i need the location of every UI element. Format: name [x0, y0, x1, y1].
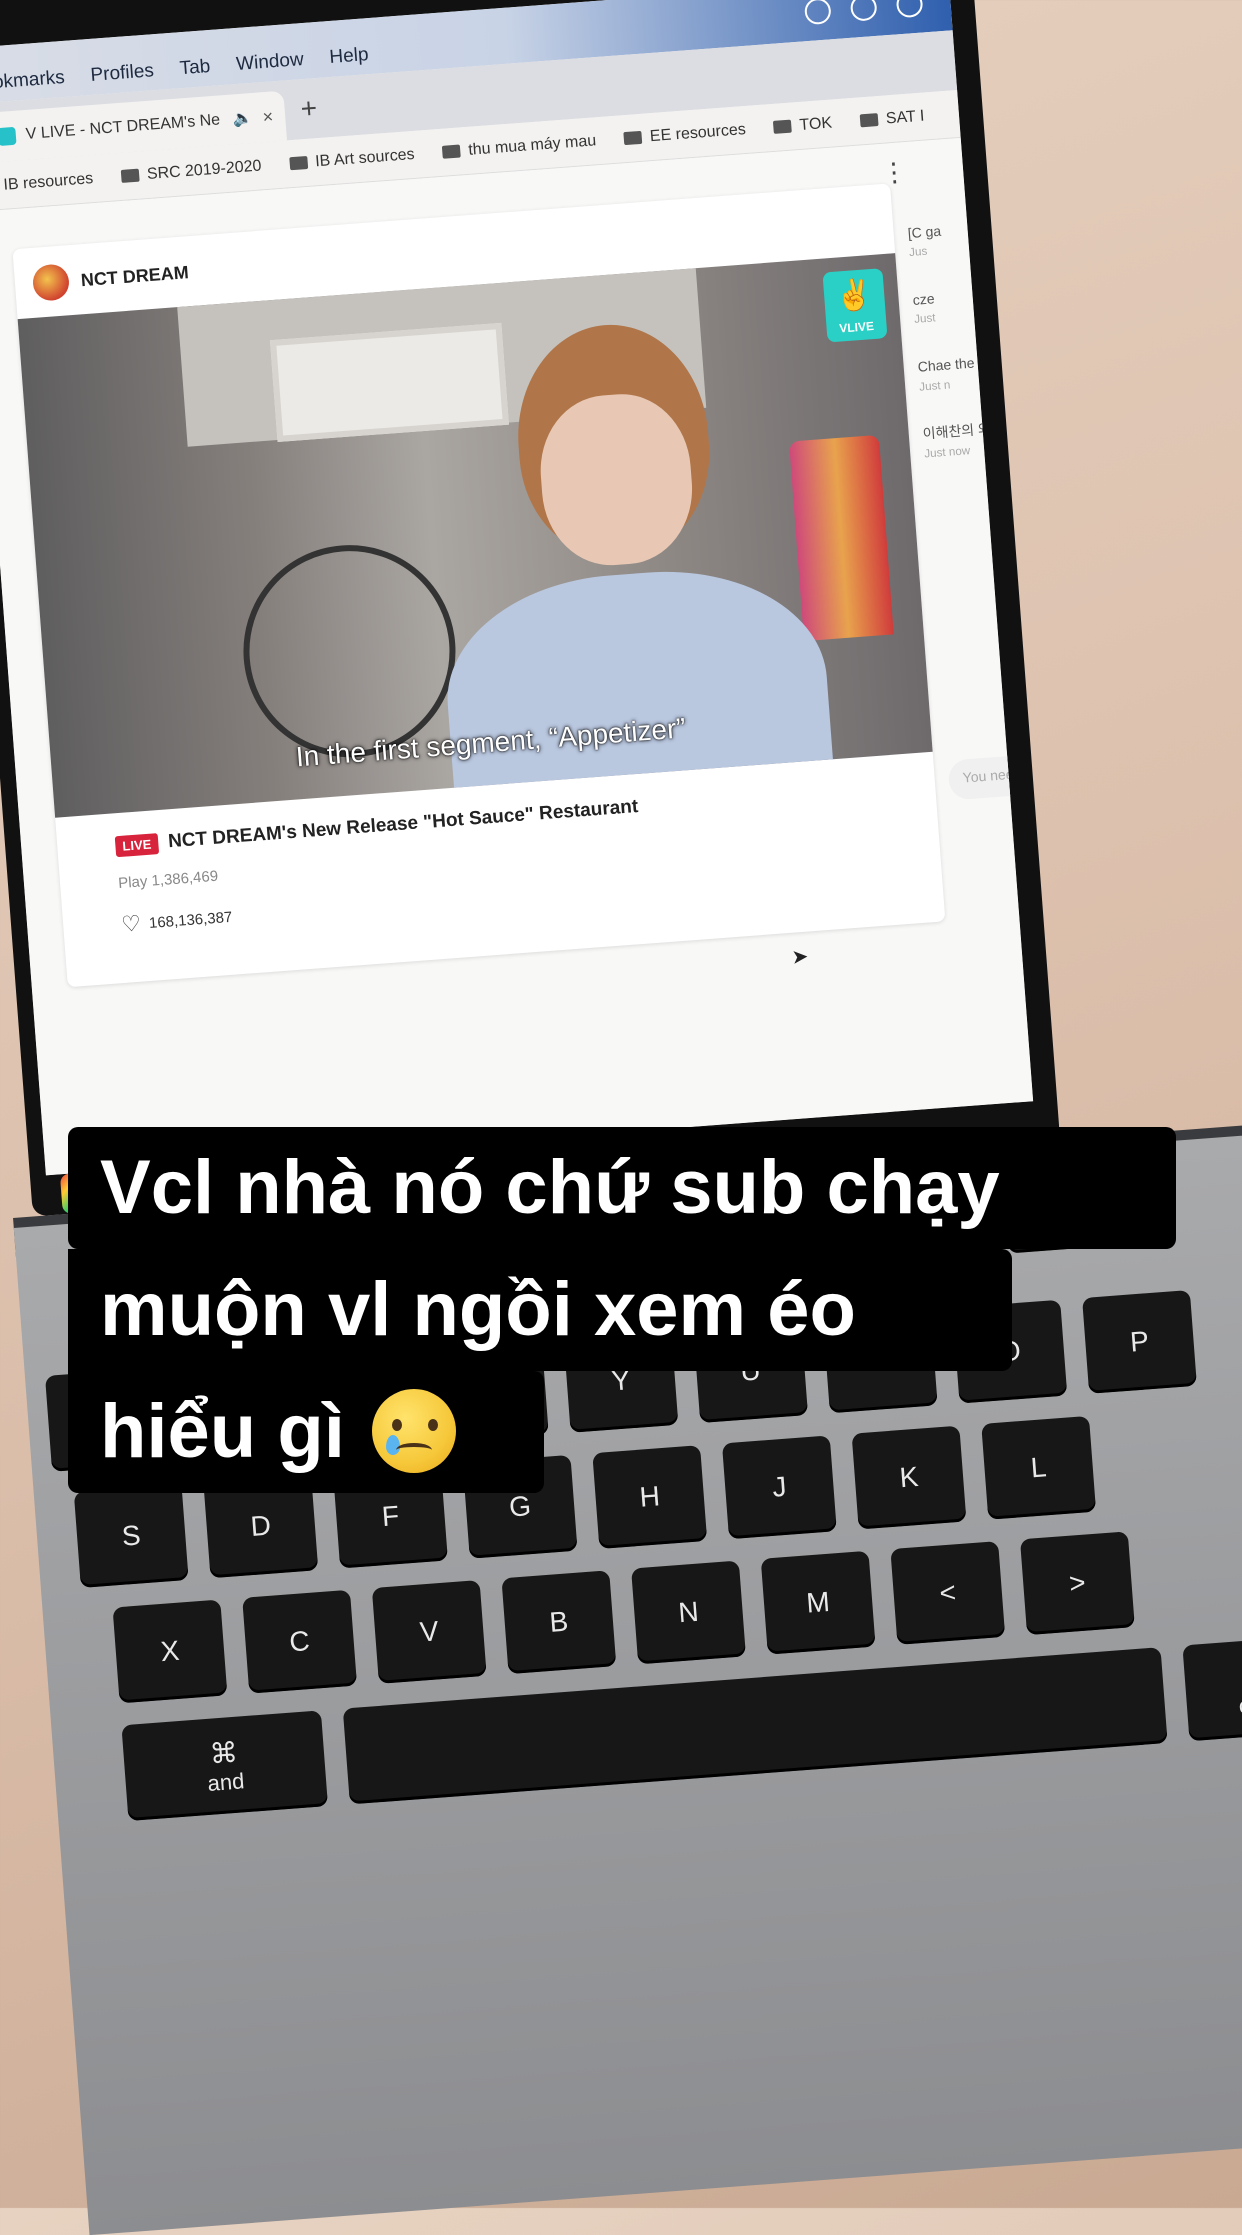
new-tab-button[interactable]: +: [300, 92, 319, 125]
caption-line-2: muộn vl ngồi xem éo: [68, 1249, 1012, 1371]
key-h[interactable]: H: [592, 1445, 708, 1549]
menu-profiles[interactable]: Profiles: [90, 60, 155, 87]
key-comma[interactable]: <: [890, 1541, 1006, 1645]
video-scene-window: [269, 322, 509, 442]
smiling-tear-emoji-icon: [372, 1388, 457, 1473]
bookmark-ee[interactable]: EE resources: [623, 121, 746, 148]
key-s[interactable]: S: [73, 1484, 189, 1588]
caption-line-3: hiểu gì: [68, 1371, 544, 1493]
screen-mirror-icon[interactable]: [849, 0, 878, 22]
tear-drop: [386, 1434, 401, 1455]
key-period[interactable]: >: [1019, 1531, 1135, 1636]
live-badge: LIVE: [114, 832, 160, 857]
peace-hand-icon: ✌: [834, 277, 875, 314]
chat-message: 이해찬의 와 ㅠㅠJust now: [922, 418, 985, 461]
menu-bookmarks[interactable]: Bookmarks: [0, 67, 66, 96]
caption-line-1: Vcl nhà nó chứ sub chạy: [68, 1127, 1176, 1249]
key-x[interactable]: X: [112, 1599, 228, 1704]
key-n[interactable]: N: [631, 1560, 746, 1665]
right-command-key[interactable]: ⌘ command: [1182, 1630, 1242, 1742]
tab-title: V LIVE - NCT DREAM's Ne: [25, 111, 221, 143]
vlive-favicon-icon: [0, 126, 17, 147]
key-m[interactable]: M: [760, 1550, 876, 1655]
bookmark-sat[interactable]: SAT I: [859, 107, 925, 130]
heart-icon[interactable]: ♡: [120, 911, 142, 938]
key-l[interactable]: L: [981, 1415, 1097, 1520]
bookmark-ib-resources[interactable]: IB resources: [0, 170, 94, 197]
speaker-icon[interactable]: 🔈: [232, 108, 253, 129]
chat-message: Chae the s all whJust n: [917, 351, 980, 394]
folder-icon: [773, 119, 793, 134]
video-scene-bottles: [789, 434, 894, 642]
key-p[interactable]: P: [1082, 1289, 1197, 1394]
menu-help[interactable]: Help: [329, 44, 370, 69]
command-icon: ⌘: [208, 1736, 239, 1770]
bookmark-tok[interactable]: TOK: [773, 114, 833, 136]
video-player[interactable]: ✌ VLIVE In the first segment, “Appetizer…: [17, 253, 933, 818]
mouse-cursor-icon: ➤: [790, 945, 810, 969]
tab-close-icon[interactable]: ×: [262, 106, 274, 128]
like-count: 168,136,387: [148, 908, 233, 932]
chat-message: [C ga Jus: [907, 222, 942, 260]
laptop: Bookmarks Profiles Tab Window Help V LIV…: [0, 0, 1242, 2235]
play-icon[interactable]: [895, 0, 924, 19]
vlive-watermark-text: VLIVE: [838, 318, 875, 336]
chat-input[interactable]: You need: [947, 753, 1034, 801]
laptop-screen: Bookmarks Profiles Tab Window Help V LIV…: [0, 0, 1034, 1176]
vlive-page: ⋮ NCT DREAM ✌ VLIVE In the first segment…: [0, 137, 1034, 1176]
channel-name[interactable]: NCT DREAM: [80, 262, 189, 291]
key-k[interactable]: K: [851, 1425, 967, 1530]
folder-icon: [442, 144, 461, 159]
key-v[interactable]: V: [371, 1580, 487, 1684]
screen-bezel: Bookmarks Profiles Tab Window Help V LIV…: [0, 0, 1061, 1217]
folder-icon: [623, 130, 643, 146]
menu-tab[interactable]: Tab: [179, 56, 211, 80]
chat-message: cze Just: [912, 290, 937, 327]
menu-window[interactable]: Window: [235, 49, 304, 76]
bookmark-thu-mua[interactable]: thu mua máy mau: [442, 132, 597, 162]
folder-icon: [120, 168, 140, 183]
video-person-body: [439, 559, 838, 818]
right-command-label: command: [1237, 1685, 1242, 1718]
left-command-key[interactable]: ⌘ and: [121, 1710, 329, 1822]
status-tray: [803, 0, 924, 26]
vlive-watermark: ✌ VLIVE: [822, 268, 888, 343]
bookmark-ib-art[interactable]: IB Art sources: [288, 145, 416, 172]
key-b[interactable]: B: [501, 1570, 617, 1675]
caption-line-3-text: hiểu gì: [100, 1389, 345, 1474]
folder-icon: [288, 155, 308, 171]
left-command-label: and: [206, 1767, 246, 1796]
key-c[interactable]: C: [242, 1589, 358, 1694]
key-j[interactable]: J: [721, 1435, 837, 1540]
video-card: NCT DREAM ✌ VLIVE In the first segment, …: [12, 183, 946, 988]
channel-header[interactable]: NCT DREAM: [31, 254, 190, 302]
bookmark-src[interactable]: SRC 2019-2020: [120, 157, 262, 186]
channel-avatar[interactable]: [31, 263, 71, 302]
creative-cloud-icon[interactable]: [803, 0, 832, 26]
folder-icon: [859, 113, 879, 128]
